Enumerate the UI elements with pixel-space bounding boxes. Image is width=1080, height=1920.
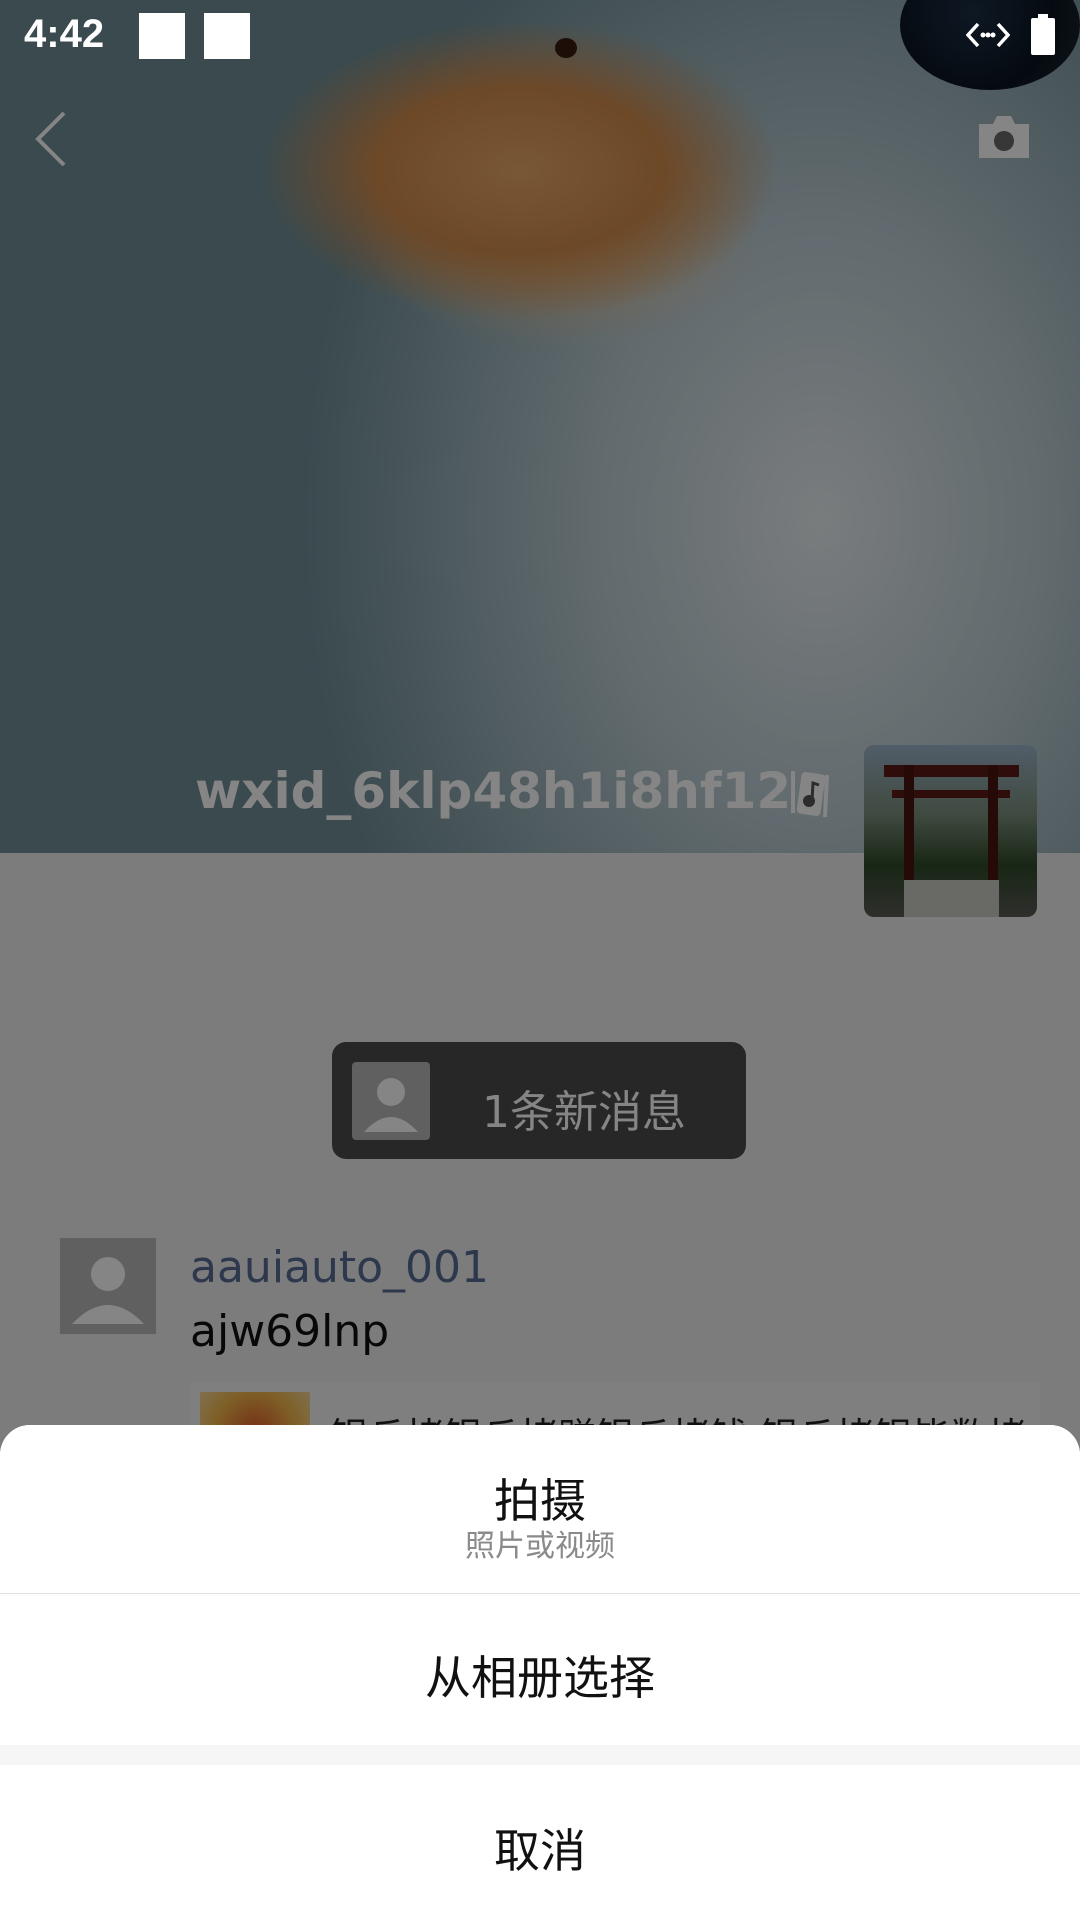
sheet-divider [0,1745,1080,1765]
data-transfer-icon [966,22,1010,48]
profile-username: wxid_6klp48h1i8hf12 [195,762,792,820]
cancel-button-label: 取消 [494,1824,586,1878]
notification-icon [204,13,250,59]
shoot-option-subtitle: 照片或视频 [465,1529,615,1564]
shoot-option[interactable]: 拍摄 照片或视频 [0,1425,1080,1594]
new-message-avatar [352,1062,430,1140]
chevron-left-icon[interactable] [30,107,74,171]
battery-icon [1031,14,1055,55]
status-bar: 4:42 [0,0,1080,72]
profile-avatar[interactable] [864,745,1037,917]
new-message-notice[interactable]: 1条新消息 [332,1042,746,1159]
camera-icon[interactable] [975,112,1033,162]
post-author-avatar[interactable] [60,1238,156,1334]
cover-image[interactable] [0,0,1080,853]
choose-from-album-option[interactable]: 从相册选择 [0,1594,1080,1744]
notification-icon [139,13,185,59]
status-time: 4:42 [24,12,105,56]
post-author-name[interactable]: aauiauto_001 [190,1242,489,1293]
action-sheet: 拍摄 照片或视频 从相册选择 取消 [0,1425,1080,1920]
post-text: ajw69lnp [190,1306,390,1357]
new-message-text: 1条新消息 [482,1087,686,1138]
music-note-icon[interactable] [785,765,831,821]
cancel-button[interactable]: 取消 [0,1765,1080,1920]
album-option-label: 从相册选择 [425,1651,655,1705]
